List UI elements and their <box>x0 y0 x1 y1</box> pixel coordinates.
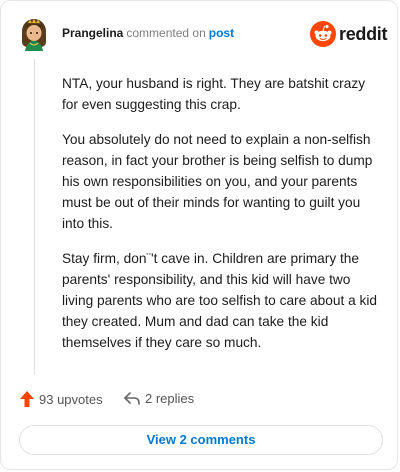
replies-button[interactable]: 2 replies <box>123 390 194 406</box>
comment-meta: Prangelina commented on post <box>62 26 234 41</box>
comment-body: NTA, your husband is right. They are bat… <box>62 73 384 367</box>
username[interactable]: Prangelina <box>62 26 123 40</box>
reddit-alien-icon <box>310 21 336 47</box>
meta-text: commented on <box>126 26 206 40</box>
comment-card: Prangelina commented on post reddit NTA, y… <box>0 0 398 470</box>
reddit-logo[interactable]: reddit <box>310 21 388 47</box>
post-link[interactable]: post <box>209 26 234 40</box>
replies-label: 2 replies <box>145 390 195 406</box>
view-comments-button[interactable]: View 2 comments <box>19 425 383 455</box>
comment-paragraph: NTA, your husband is right. They are bat… <box>62 76 366 112</box>
upvote-arrow-icon <box>20 391 34 407</box>
avatar[interactable] <box>19 17 49 51</box>
logo-text: reddit <box>339 24 388 44</box>
thread-line[interactable] <box>34 59 35 375</box>
comment-paragraph: You absolutely do not need to explain a … <box>62 132 373 231</box>
comment-paragraph: Stay firm, don¨'t cave in. Children are … <box>62 251 377 350</box>
upvotes-label: 93 upvotes <box>39 391 103 407</box>
upvote-button[interactable]: 93 upvotes <box>19 390 103 408</box>
reply-arrow-icon <box>124 392 140 405</box>
comment-header: Prangelina commented on post reddit <box>19 17 388 51</box>
